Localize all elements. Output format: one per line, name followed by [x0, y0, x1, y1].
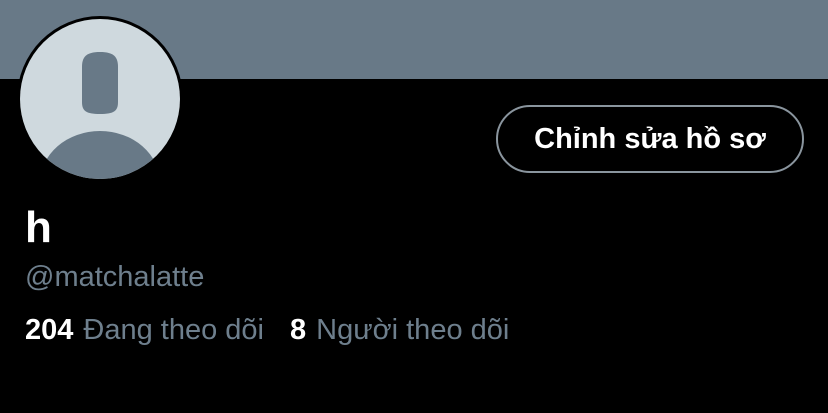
following-count: 204: [25, 314, 74, 346]
following-link[interactable]: 204 Đang theo dõi: [25, 310, 264, 350]
profile-header: Chỉnh sửa hồ sơ h @matchalatte 204 Đang …: [0, 0, 828, 413]
followers-link[interactable]: 8 Người theo dõi: [290, 310, 509, 350]
profile-avatar[interactable]: [17, 16, 183, 182]
followers-count: 8: [289, 314, 307, 346]
profile-handle: @matchalatte: [25, 261, 205, 293]
profile-display-name: h: [25, 203, 52, 252]
default-avatar-icon: [20, 19, 180, 179]
edit-profile-button[interactable]: Chỉnh sửa hồ sơ: [496, 105, 804, 173]
followers-label: Người theo dõi: [316, 314, 510, 346]
following-label: Đang theo dõi: [83, 314, 264, 346]
profile-stats: 204 Đang theo dõi 8 Người theo dõi: [25, 310, 509, 350]
